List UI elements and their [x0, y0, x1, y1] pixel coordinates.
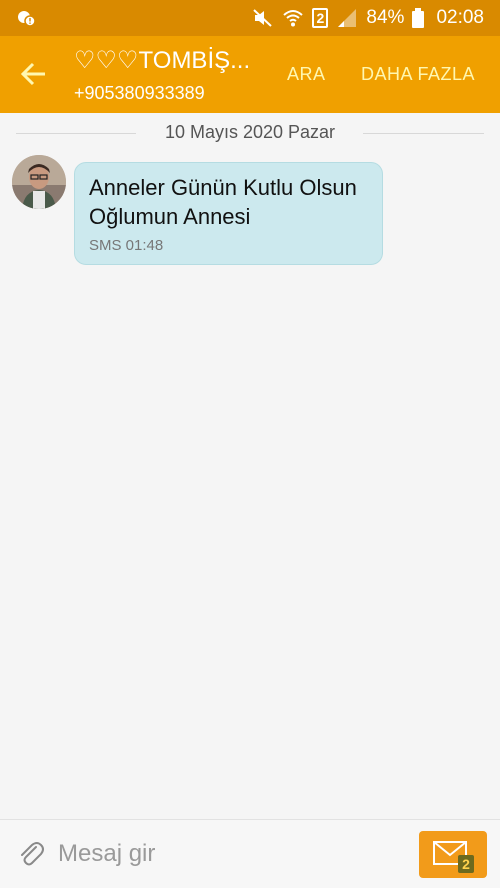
signal-icon [338, 9, 357, 27]
message-meta: SMS 01:48 [89, 237, 164, 254]
more-options-button[interactable]: DAHA FAZLA [361, 64, 475, 85]
back-arrow-icon[interactable] [18, 58, 50, 90]
message-input[interactable] [58, 832, 398, 876]
battery-icon [412, 8, 425, 28]
status-bar: 2 84% 02:08 [0, 0, 500, 36]
contact-number: +905380933389 [74, 83, 205, 103]
message-bubble[interactable]: Anneler Günün Kutlu Olsun Oğlumun Annesi… [74, 162, 383, 265]
clock: 02:08 [436, 7, 484, 28]
mute-icon [253, 9, 273, 27]
send-sim-badge: 2 [458, 855, 474, 873]
call-button[interactable]: ARA [287, 64, 326, 85]
notification-icon [18, 11, 36, 27]
message-text: Anneler Günün Kutlu Olsun Oğlumun Annesi [89, 175, 357, 229]
messaging-screen: 2 84% 02:08 ♡♡♡TOMBİŞ... +905380933389 A… [0, 0, 500, 888]
sim-slot-badge: 2 [312, 8, 329, 28]
status-icons: 2 84% 02:08 [252, 0, 484, 36]
compose-bar: 2 [0, 819, 500, 888]
contact-name[interactable]: ♡♡♡TOMBİŞ... [74, 46, 264, 75]
wifi-icon [283, 10, 304, 27]
divider-line-right [363, 133, 484, 134]
send-button[interactable]: 2 [419, 831, 487, 878]
date-divider: 10 Mayıs 2020 Pazar [0, 121, 500, 145]
paperclip-icon[interactable] [16, 839, 46, 869]
conversation-header: ♡♡♡TOMBİŞ... +905380933389 ARA DAHA FAZL… [0, 36, 500, 113]
contact-avatar[interactable] [12, 155, 66, 209]
battery-percent: 84% [366, 7, 405, 28]
